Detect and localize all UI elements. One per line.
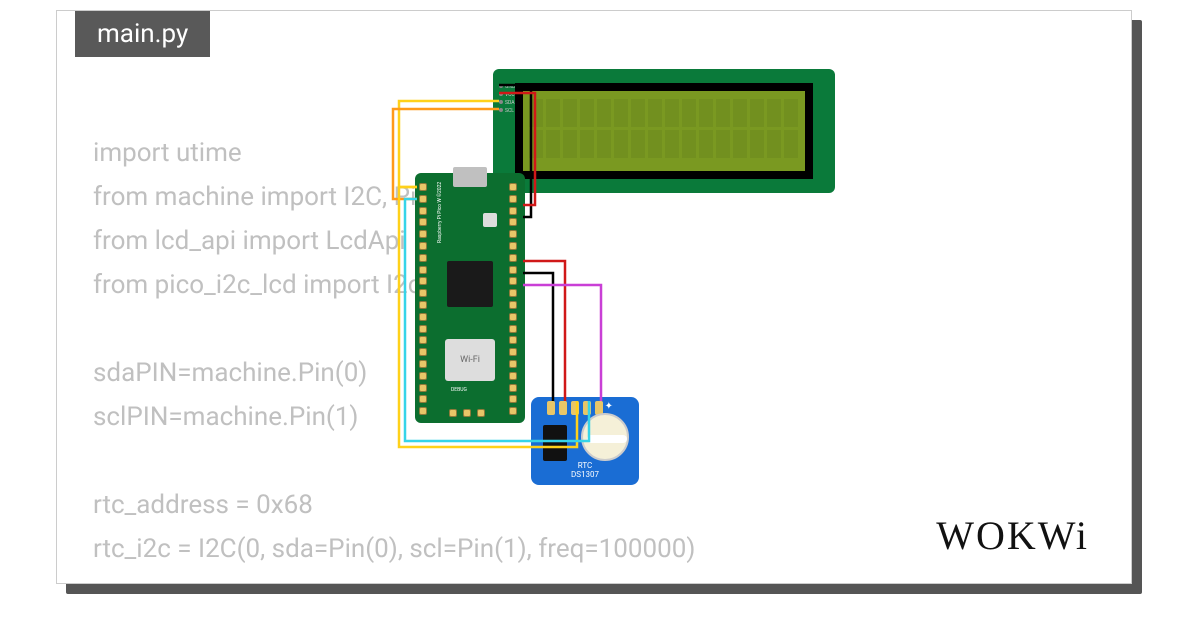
rtc-chip-icon	[543, 425, 567, 461]
pico-pins-right	[509, 183, 521, 415]
project-card: main.py import utime from machine import…	[56, 10, 1132, 584]
usb-connector-icon	[453, 167, 487, 187]
code-line: rtc_address = 0x68	[93, 490, 313, 520]
pico-debug-pins	[449, 409, 485, 417]
lcd-pin-labels: GND VCC SDA SCL	[499, 83, 515, 115]
rtc-label: RTC DS1307	[531, 461, 639, 479]
file-tab-label: main.py	[97, 19, 188, 49]
adafruit-star-icon: ✦	[605, 401, 613, 412]
rtc-pins	[547, 401, 603, 415]
wifi-module-icon: Wi-Fi	[445, 339, 495, 381]
wire-rtc-vcc	[523, 261, 565, 401]
circuit-diagram[interactable]: GND VCC SDA SCL Wi-Fi Raspberry Pi Pico …	[355, 69, 855, 489]
rtc-module[interactable]: ✦ RTC DS1307	[531, 397, 639, 485]
code-line: import utime	[93, 138, 242, 168]
wire-rtc-sqw	[523, 285, 601, 401]
code-line: sdaPIN=machine.Pin(0)	[93, 358, 367, 388]
code-line: rtc_i2c = I2C(0, sda=Pin(0), scl=Pin(1),…	[93, 534, 695, 564]
code-line: sclPIN=machine.Pin(1)	[93, 402, 358, 432]
pico-pins-left	[419, 183, 431, 415]
file-tab[interactable]: main.py	[75, 11, 210, 57]
bootsel-button[interactable]	[483, 213, 497, 227]
debug-label: DEBUG	[451, 387, 467, 393]
wire-rtc-gnd	[523, 273, 553, 401]
wokwi-logo: WOKWi	[936, 512, 1089, 559]
pico-board[interactable]: Wi-Fi Raspberry Pi Pico W ©2022 DEBUG	[415, 173, 525, 423]
rp2040-chip-icon	[447, 261, 493, 307]
board-copyright: Raspberry Pi Pico W ©2022	[437, 182, 443, 243]
coin-battery-icon	[581, 413, 629, 461]
lcd-module[interactable]: GND VCC SDA SCL	[493, 69, 835, 193]
lcd-screen	[515, 83, 813, 179]
